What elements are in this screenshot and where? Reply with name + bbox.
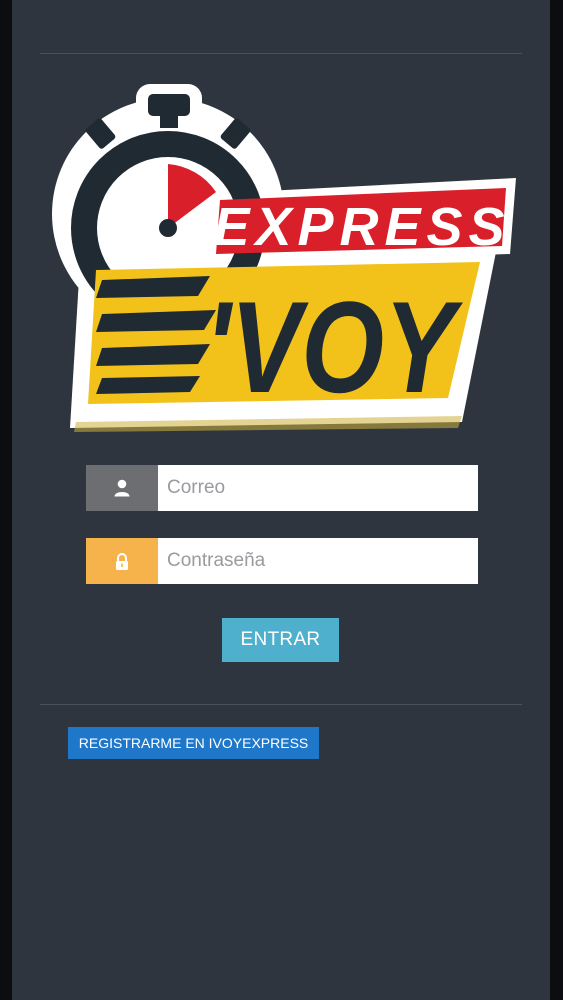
bottom-divider xyxy=(40,704,522,705)
top-divider xyxy=(40,53,522,54)
password-input[interactable] xyxy=(158,538,478,584)
register-button[interactable]: REGISTRARME EN IVOYEXPRESS xyxy=(68,727,319,759)
logo-express-banner: EXPRESS xyxy=(213,188,510,257)
enter-button[interactable]: ENTRAR xyxy=(222,618,339,662)
email-addon xyxy=(86,465,158,511)
ivoy-express-logo: EXPRESS 'VOY xyxy=(52,84,516,432)
logo-voy-banner: 'VOY xyxy=(88,262,480,420)
password-addon xyxy=(86,538,158,584)
svg-text:'VOY: 'VOY xyxy=(205,274,463,420)
user-icon xyxy=(114,479,130,497)
svg-text:EXPRESS: EXPRESS xyxy=(213,197,510,257)
lock-icon xyxy=(116,552,128,570)
login-screen: EXPRESS 'VOY Correo ENTRAR REGISTRARME E… xyxy=(12,0,550,1000)
email-field-group xyxy=(86,465,478,511)
password-field-group xyxy=(86,538,478,584)
email-input[interactable] xyxy=(158,465,478,511)
